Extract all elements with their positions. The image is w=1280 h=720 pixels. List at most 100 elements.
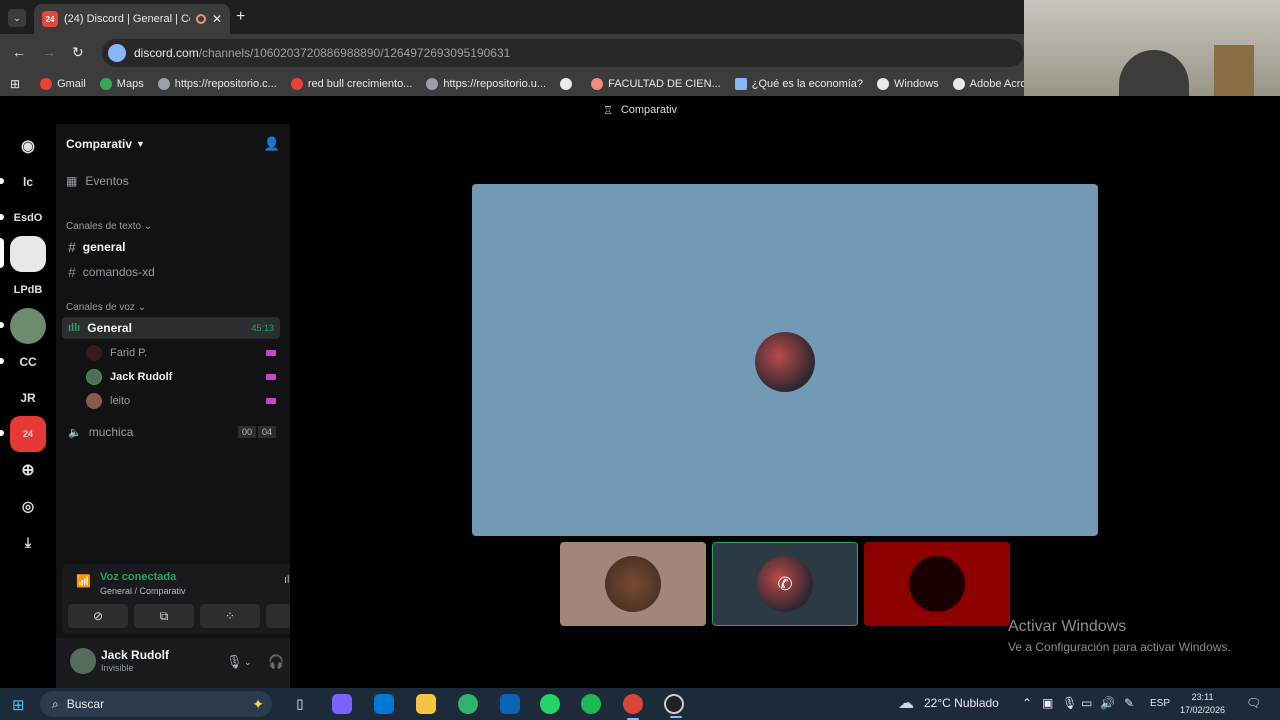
weather-icon: ☁ bbox=[898, 695, 914, 712]
clock[interactable]: 23:11 17/02/2026 bbox=[1180, 691, 1225, 717]
voice-member[interactable]: Farid P. bbox=[86, 343, 280, 363]
bookmark-icon bbox=[952, 78, 965, 90]
channel-general[interactable]: # general bbox=[62, 236, 280, 258]
obs-icon[interactable] bbox=[664, 694, 684, 718]
server-header[interactable]: Comparativ ▼ 👤 bbox=[66, 134, 280, 154]
server-icon-lpdb[interactable]: LPdB bbox=[10, 272, 46, 308]
server-icon-image[interactable] bbox=[10, 308, 46, 344]
apps-grid-icon[interactable]: ⊞ bbox=[10, 77, 20, 91]
text-category[interactable]: Canales de texto ⌄ bbox=[66, 221, 152, 232]
bookmark-icon bbox=[426, 78, 439, 90]
chevron-up-icon[interactable]: ⌃ bbox=[1022, 696, 1032, 710]
outlook-icon[interactable] bbox=[374, 694, 394, 714]
discord-home-icon[interactable]: ◉ bbox=[10, 128, 46, 164]
bookmark-item[interactable]: ¿Qué es la economía? bbox=[734, 78, 863, 90]
microphone-icon[interactable]: 🎙 bbox=[226, 654, 243, 670]
username[interactable]: Jack Rudolf bbox=[101, 648, 169, 662]
task-view-icon[interactable]: ▯ bbox=[290, 694, 310, 714]
bookmark-item[interactable]: Windows bbox=[877, 78, 939, 90]
microphone-icon[interactable]: 🎙 bbox=[1062, 696, 1077, 710]
speaker-icon: 🔈 bbox=[68, 426, 82, 439]
focused-video-tile[interactable] bbox=[472, 184, 1098, 536]
bookmark-item[interactable]: Maps bbox=[99, 78, 144, 90]
bookmark-item[interactable]: https://repositorio.c... bbox=[157, 78, 277, 90]
voice-channel-general[interactable]: ıllı General 45:13 bbox=[62, 317, 280, 339]
site-info-icon[interactable] bbox=[108, 44, 126, 62]
bookmark-icon bbox=[157, 78, 170, 90]
voice-member[interactable]: leito bbox=[86, 391, 280, 411]
search-icon: ⌕ bbox=[52, 696, 59, 711]
participant-tile[interactable] bbox=[560, 542, 706, 626]
reload-icon[interactable]: ↻ bbox=[72, 44, 84, 61]
input-language[interactable]: ESP bbox=[1150, 698, 1170, 709]
bookmark-item[interactable]: https://repositorio.u... bbox=[426, 78, 546, 90]
browser-tab-discord[interactable]: 24 (24) Discord | General | Con ✕ bbox=[34, 4, 230, 34]
bookmark-item[interactable] bbox=[560, 78, 577, 90]
headphones-icon[interactable]: 🎧 bbox=[268, 654, 284, 670]
weather-text[interactable]: 22°C Nublado bbox=[924, 696, 999, 710]
back-icon[interactable]: ← bbox=[12, 44, 26, 60]
url-field[interactable]: discord.com/channels/1060203720886988890… bbox=[102, 39, 1024, 67]
channel-sidebar: Comparativ ▼ 👤 ▦ Eventos Canales de text… bbox=[56, 124, 346, 688]
forward-icon[interactable]: → bbox=[42, 44, 56, 60]
chevron-down-icon: ▼ bbox=[136, 139, 145, 149]
server-icon-lc[interactable]: lc bbox=[10, 164, 46, 200]
server-icon-comparativ[interactable] bbox=[10, 236, 46, 272]
bookmark-item[interactable]: Gmail bbox=[40, 78, 86, 90]
taskbar-search[interactable]: ⌕ Buscar ✦ bbox=[40, 691, 272, 717]
screen-share-button[interactable]: ⧉ bbox=[134, 604, 194, 628]
signal-icon: 📶 bbox=[76, 574, 91, 588]
notification-icon[interactable]: 🗨 bbox=[1246, 696, 1261, 710]
copilot-sparkle-icon: ✦ bbox=[252, 695, 264, 712]
voice-channel-muchica[interactable]: 🔈 muchica 00 04 bbox=[62, 421, 280, 443]
unread-pip bbox=[0, 430, 4, 436]
chrome-icon[interactable] bbox=[623, 694, 643, 720]
mail-icon[interactable] bbox=[500, 694, 520, 714]
participant-tile-speaking[interactable]: ✆ bbox=[712, 542, 858, 626]
voice-member[interactable]: Jack Rudolf bbox=[86, 367, 280, 387]
add-server-icon[interactable]: ⊕ bbox=[10, 452, 46, 488]
voice-timer: 45:13 bbox=[251, 323, 274, 333]
search-placeholder: Buscar bbox=[66, 697, 105, 711]
avatar bbox=[605, 556, 661, 612]
meet-now-icon[interactable]: ▣ bbox=[1042, 696, 1053, 710]
voice-location[interactable]: General / Comparativ bbox=[100, 586, 186, 596]
voice-activity-icon: ıllı bbox=[68, 322, 81, 334]
voice-status[interactable]: Voz conectada bbox=[100, 571, 176, 583]
pen-icon[interactable]: ✎ bbox=[1124, 696, 1134, 710]
avatar[interactable] bbox=[70, 648, 96, 674]
server-icon-jr[interactable]: JR bbox=[10, 380, 46, 416]
bookmark-item[interactable]: FACULTAD DE CIEN... bbox=[591, 78, 721, 90]
avatar bbox=[86, 345, 102, 361]
camera-off-button[interactable]: ⊘ bbox=[68, 604, 128, 628]
participant-tile[interactable] bbox=[864, 542, 1010, 626]
windows-start-icon[interactable]: ⊞ bbox=[12, 696, 25, 714]
tab-search-menu-button[interactable]: ⌄ bbox=[8, 9, 26, 27]
server-icon-cc[interactable]: CC bbox=[10, 344, 46, 380]
activities-button[interactable]: ⁘ bbox=[200, 604, 260, 628]
selected-pip bbox=[0, 238, 4, 268]
copilot-icon[interactable] bbox=[332, 694, 352, 714]
chevron-down-icon[interactable]: ⌄ bbox=[244, 657, 252, 668]
invite-icon[interactable]: 👤 bbox=[264, 136, 280, 152]
hash-icon: # bbox=[68, 264, 76, 280]
spotify-icon[interactable] bbox=[581, 694, 601, 714]
server-icon-esdo[interactable]: EsdO bbox=[10, 200, 46, 236]
discover-icon[interactable]: ◎ bbox=[10, 488, 46, 524]
channel-label: general bbox=[82, 240, 126, 254]
voice-category[interactable]: Canales de voz ⌄ bbox=[66, 302, 146, 313]
voice-channel-label: muchica bbox=[88, 425, 134, 439]
close-tab-button[interactable]: ✕ bbox=[212, 12, 222, 26]
whatsapp-icon[interactable] bbox=[540, 694, 560, 714]
channel-comandos-xd[interactable]: # comandos-xd bbox=[62, 261, 280, 283]
streaming-icon bbox=[266, 374, 276, 380]
bookmark-item[interactable]: red bull crecimiento... bbox=[290, 78, 412, 90]
file-explorer-icon[interactable] bbox=[416, 694, 436, 714]
edge-icon[interactable] bbox=[458, 694, 478, 714]
events-item[interactable]: ▦ Eventos bbox=[66, 174, 129, 188]
network-icon[interactable]: ▭ bbox=[1081, 696, 1092, 710]
volume-icon[interactable]: 🔊 bbox=[1100, 696, 1115, 710]
new-tab-button[interactable]: + bbox=[236, 8, 245, 26]
download-icon[interactable]: ⤓ bbox=[10, 524, 46, 560]
server-icon-notifications[interactable]: 24 bbox=[10, 416, 46, 452]
